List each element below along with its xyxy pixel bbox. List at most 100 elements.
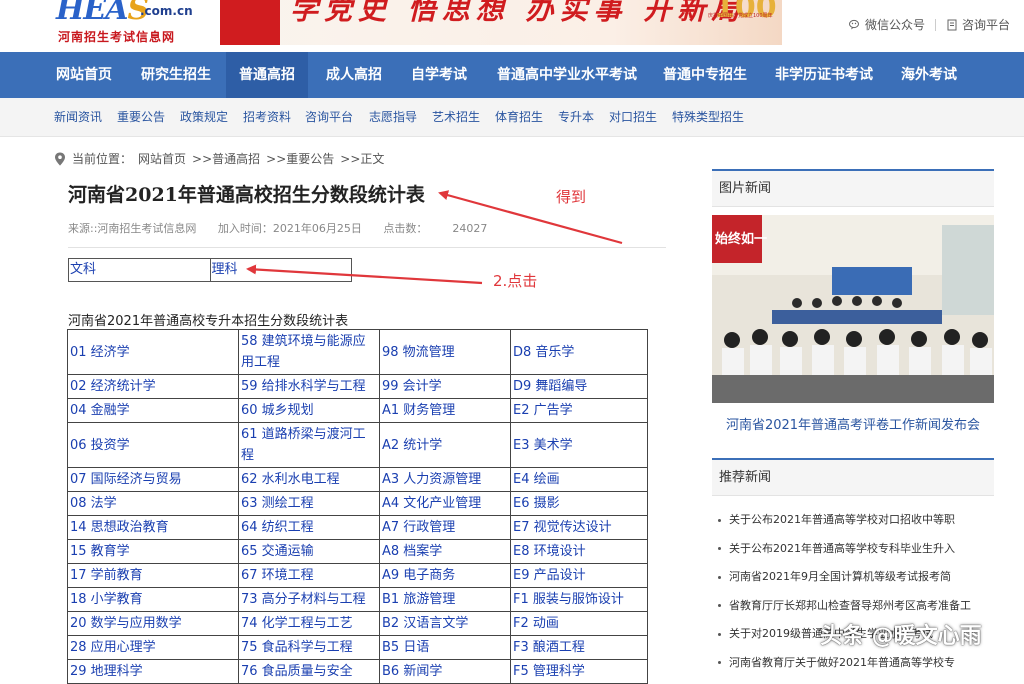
subnav-volunteer-guide[interactable]: 志愿指导 bbox=[369, 98, 417, 136]
major-link[interactable]: F3 酿酒工程 bbox=[510, 635, 648, 660]
subnav-policy[interactable]: 政策规定 bbox=[180, 98, 228, 136]
top-links-divider bbox=[934, 18, 936, 31]
nav-general-admission[interactable]: 普通高招 bbox=[226, 52, 308, 98]
wechat-label: 微信公众号 bbox=[864, 18, 925, 32]
major-link[interactable]: 60 城乡规划 bbox=[238, 398, 380, 423]
subnav-vocational[interactable]: 对口招生 bbox=[609, 98, 657, 136]
subnav-special[interactable]: 特殊类型招生 bbox=[672, 98, 744, 136]
subnav-materials[interactable]: 招考资料 bbox=[243, 98, 291, 136]
list-item[interactable]: 河南省教育厅关于做好2021年普通高等学校专 bbox=[718, 649, 998, 678]
major-link[interactable]: A9 电子商务 bbox=[379, 563, 511, 588]
major-link[interactable]: 76 食品质量与安全 bbox=[238, 659, 380, 684]
consult-link[interactable]: 咨询平台 bbox=[946, 16, 1010, 33]
major-link[interactable]: 63 测绘工程 bbox=[238, 491, 380, 516]
document-icon bbox=[947, 19, 957, 30]
major-link[interactable]: F1 服装与服饰设计 bbox=[510, 587, 648, 612]
site-logo[interactable]: HEAS .com.cn 河南招生考试信息网 bbox=[56, 0, 196, 48]
breadcrumb-current: >>正文 bbox=[340, 152, 385, 166]
major-link[interactable]: 58 建筑环境与能源应用工程 bbox=[238, 329, 380, 375]
subnav-news[interactable]: 新闻资讯 bbox=[54, 98, 102, 136]
news-photo[interactable]: 始终如一 bbox=[712, 215, 994, 403]
major-link[interactable]: 67 环境工程 bbox=[238, 563, 380, 588]
annotation-got: 得到 bbox=[556, 188, 587, 206]
nav-secondary-vocational[interactable]: 普通中专招生 bbox=[663, 52, 747, 98]
major-link[interactable]: A8 档案学 bbox=[379, 539, 511, 564]
major-link[interactable]: E6 摄影 bbox=[510, 491, 648, 516]
major-link[interactable]: 06 投资学 bbox=[67, 422, 239, 468]
major-link[interactable]: 73 高分子材料与工程 bbox=[238, 587, 380, 612]
major-link[interactable]: F2 动画 bbox=[510, 611, 648, 636]
major-link[interactable]: 18 小学教育 bbox=[67, 587, 239, 612]
centenary-badge: 100 庆祝中国共产党成立100周年 bbox=[706, 0, 777, 45]
major-link[interactable]: 07 国际经济与贸易 bbox=[67, 467, 239, 492]
major-link[interactable]: 01 经济学 bbox=[67, 329, 239, 375]
major-link[interactable]: A1 财务管理 bbox=[379, 398, 511, 423]
major-link[interactable]: D8 音乐学 bbox=[510, 329, 648, 375]
major-link[interactable]: 17 学前教育 bbox=[67, 563, 239, 588]
major-link[interactable]: 74 化学工程与工艺 bbox=[238, 611, 380, 636]
major-link[interactable]: A4 文化产业管理 bbox=[379, 491, 511, 516]
major-link[interactable]: 29 地理科学 bbox=[67, 659, 239, 684]
party-banner: 学党史 悟思想 办实事 开新局 100 庆祝中国共产党成立100周年 bbox=[220, 0, 782, 45]
major-link[interactable]: 65 交通运输 bbox=[238, 539, 380, 564]
major-link[interactable]: 04 金融学 bbox=[67, 398, 239, 423]
major-link[interactable]: 02 经济统计学 bbox=[67, 374, 239, 399]
nav-home[interactable]: 网站首页 bbox=[56, 52, 112, 98]
list-item[interactable]: 关于公布2021年普通高等学校专科毕业生升入 bbox=[718, 535, 998, 564]
subnav-art[interactable]: 艺术招生 bbox=[432, 98, 480, 136]
major-link[interactable]: 08 法学 bbox=[67, 491, 239, 516]
table-row: 06 投资学 61 道路桥梁与渡河工程 A2 统计学 E3 美术学 bbox=[67, 422, 648, 468]
major-link[interactable]: E8 环境设计 bbox=[510, 539, 648, 564]
nav-graduate[interactable]: 研究生招生 bbox=[141, 52, 211, 98]
major-link[interactable]: E4 绘画 bbox=[510, 467, 648, 492]
subnav-upgrade[interactable]: 专升本 bbox=[558, 98, 594, 136]
major-link[interactable]: 59 给排水科学与工程 bbox=[238, 374, 380, 399]
nav-academic-level-test[interactable]: 普通高中学业水平考试 bbox=[497, 52, 637, 98]
major-link[interactable]: A3 人力资源管理 bbox=[379, 467, 511, 492]
major-link[interactable]: 75 食品科学与工程 bbox=[238, 635, 380, 660]
list-item[interactable]: 河南省2021年9月全国计算机等级考试报考简 bbox=[718, 563, 998, 592]
breadcrumb-announcements[interactable]: >>重要公告 bbox=[266, 150, 334, 167]
breadcrumb-general[interactable]: >>普通高招 bbox=[192, 150, 260, 167]
breadcrumb-prefix: 当前位置： bbox=[72, 152, 133, 166]
major-link[interactable]: E2 广告学 bbox=[510, 398, 648, 423]
major-link[interactable]: B1 旅游管理 bbox=[379, 587, 511, 612]
major-link[interactable]: F5 管理科学 bbox=[510, 659, 648, 684]
major-link[interactable]: 28 应用心理学 bbox=[67, 635, 239, 660]
nav-self-study[interactable]: 自学考试 bbox=[411, 52, 467, 98]
list-item[interactable]: 关于公布2021年普通高等学校对口招收中等职 bbox=[718, 506, 998, 535]
breadcrumb-home[interactable]: 网站首页 bbox=[138, 150, 186, 167]
nav-non-degree-cert[interactable]: 非学历证书考试 bbox=[775, 52, 873, 98]
logo-subtitle: 河南招生考试信息网 bbox=[58, 30, 176, 44]
major-link[interactable]: E3 美术学 bbox=[510, 422, 648, 468]
major-link[interactable]: 15 教育学 bbox=[67, 539, 239, 564]
major-link[interactable]: E7 视觉传达设计 bbox=[510, 515, 648, 540]
major-link[interactable]: E9 产品设计 bbox=[510, 563, 648, 588]
major-link[interactable]: B6 新闻学 bbox=[379, 659, 511, 684]
nav-overseas-exam[interactable]: 海外考试 bbox=[901, 52, 957, 98]
bullet-icon bbox=[718, 604, 721, 607]
major-link[interactable]: 99 会计学 bbox=[379, 374, 511, 399]
tab-liberal-arts[interactable]: 文科 bbox=[69, 259, 210, 281]
photo-caption[interactable]: 河南省2021年普通高考评卷工作新闻发布会 bbox=[712, 414, 994, 433]
major-link[interactable]: B2 汉语言文学 bbox=[379, 611, 511, 636]
major-link[interactable]: 98 物流管理 bbox=[379, 329, 511, 375]
major-link[interactable]: 20 数学与应用数学 bbox=[67, 611, 239, 636]
article-date: 加入时间：2021年06月25日 bbox=[217, 222, 362, 235]
major-link[interactable]: B5 日语 bbox=[379, 635, 511, 660]
major-link[interactable]: 62 水利水电工程 bbox=[238, 467, 380, 492]
tab-science[interactable]: 理科 bbox=[209, 259, 352, 281]
major-link[interactable]: D9 舞蹈编导 bbox=[510, 374, 648, 399]
subnav-announcements[interactable]: 重要公告 bbox=[117, 98, 165, 136]
major-link[interactable]: 64 纺织工程 bbox=[238, 515, 380, 540]
wechat-link[interactable]: 微信公众号 bbox=[848, 16, 925, 33]
major-link[interactable]: A2 统计学 bbox=[379, 422, 511, 468]
major-link[interactable]: 14 思想政治教育 bbox=[67, 515, 239, 540]
photo-news-header: 图片新闻 bbox=[712, 169, 994, 207]
major-link[interactable]: 61 道路桥梁与渡河工程 bbox=[238, 422, 380, 468]
list-item[interactable]: 省教育厅厅长郑邦山检查督导郑州考区高考准备工 bbox=[718, 592, 998, 621]
major-link[interactable]: A7 行政管理 bbox=[379, 515, 511, 540]
nav-adult-admission[interactable]: 成人高招 bbox=[326, 52, 382, 98]
subnav-consult[interactable]: 咨询平台 bbox=[305, 98, 353, 136]
subnav-sports[interactable]: 体育招生 bbox=[495, 98, 543, 136]
